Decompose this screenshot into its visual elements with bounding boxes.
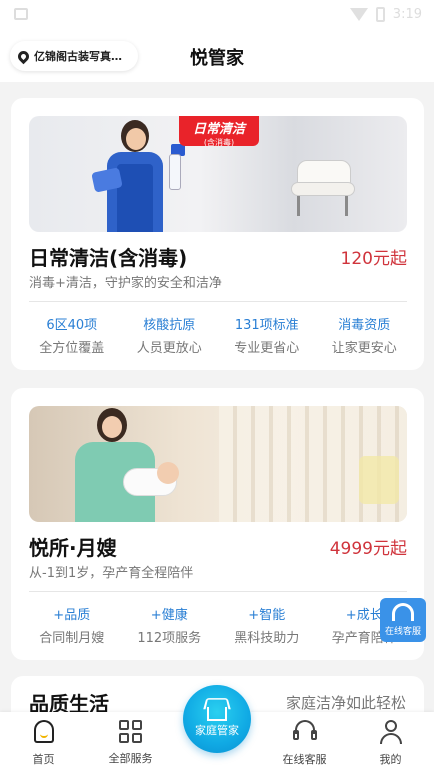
service-subtitle: 从-1到1岁，孕产育全程陪伴 bbox=[29, 566, 194, 581]
service-card-maternity-nanny[interactable]: 悦所·月嫂 4999元起 从-1到1岁，孕产育全程陪伴 +品质 合同制月嫂 +健… bbox=[11, 388, 424, 660]
service-title: 日常清洁(含消毒) bbox=[29, 246, 188, 270]
service-features: +品质 合同制月嫂 +健康 112项服务 +智能 黑科技助力 +成长 孕产育陪伴 bbox=[23, 604, 413, 646]
service-title-row: 悦所·月嫂 4999元起 bbox=[29, 532, 407, 560]
service-title-row: 日常清洁(含消毒) 120元起 bbox=[29, 242, 407, 270]
spray-bottle-icon bbox=[169, 154, 181, 190]
feature-highlight: +智能 bbox=[248, 608, 286, 623]
feature-item: 6区40项 全方位覆盖 bbox=[23, 314, 121, 356]
service-price: 4999元起 bbox=[329, 539, 407, 559]
service-price: 120元起 bbox=[340, 249, 407, 269]
battery-icon bbox=[375, 7, 385, 22]
crib-illustration bbox=[359, 456, 399, 504]
feature-item: +智能 黑科技助力 bbox=[218, 604, 316, 646]
headset-icon bbox=[392, 603, 414, 621]
feature-highlight: 核酸抗原 bbox=[143, 318, 196, 333]
feature-highlight: 6区40项 bbox=[46, 318, 98, 333]
feature-highlight: 131项标准 bbox=[234, 318, 299, 333]
feature-highlight: 消毒资质 bbox=[338, 318, 391, 333]
feature-desc: 人员更放心 bbox=[136, 341, 202, 356]
feature-item: 131项标准 专业更省心 bbox=[218, 314, 316, 356]
banner-tag: 日常清洁 (含消毒) bbox=[179, 116, 259, 147]
divider bbox=[29, 301, 407, 302]
tab-online-service[interactable]: 在线客服 bbox=[261, 720, 348, 767]
center-button-label: 家庭管家 bbox=[195, 724, 239, 737]
floating-online-service-button[interactable]: 在线客服 bbox=[380, 598, 426, 642]
notification-icon bbox=[14, 8, 28, 20]
page-title: 悦管家 bbox=[190, 48, 244, 69]
wifi-icon bbox=[349, 8, 368, 21]
tab-home[interactable]: 首页 bbox=[0, 720, 87, 767]
feature-highlight: +健康 bbox=[150, 608, 188, 623]
section-slogan: 家庭洁净如此轻松 bbox=[285, 694, 406, 712]
status-time: 3:19 bbox=[392, 7, 422, 22]
cleaner-illustration bbox=[91, 120, 169, 232]
banner-tag-subtitle: (含消毒) bbox=[203, 138, 235, 147]
feature-desc: 112项服务 bbox=[137, 631, 202, 646]
headset-icon bbox=[292, 720, 317, 744]
tab-label: 全部服务 bbox=[108, 752, 153, 765]
banner-tag-title: 日常清洁 bbox=[192, 122, 245, 137]
home-smile-icon bbox=[32, 720, 56, 744]
service-features: 6区40项 全方位覆盖 核酸抗原 人员更放心 131项标准 专业更省心 消毒资质… bbox=[23, 314, 413, 356]
feature-desc: 全方位覆盖 bbox=[39, 341, 105, 356]
chair-illustration bbox=[287, 156, 359, 216]
grid-icon bbox=[119, 720, 142, 743]
tab-label: 在线客服 bbox=[282, 753, 327, 766]
tab-label: 首页 bbox=[32, 753, 55, 766]
top-header: 亿锦阁古装写真… 悦管家 bbox=[0, 32, 434, 82]
feature-desc: 让家更安心 bbox=[331, 341, 397, 356]
floating-service-label: 在线客服 bbox=[384, 627, 421, 637]
maternity-nanny-banner[interactable] bbox=[29, 406, 407, 522]
feature-item: 消毒资质 让家更安心 bbox=[316, 314, 414, 356]
feature-desc: 合同制月嫂 bbox=[39, 631, 105, 646]
service-subtitle: 消毒+清洁，守护家的安全和洁净 bbox=[29, 276, 222, 291]
tab-label: 我的 bbox=[379, 753, 402, 766]
nanny-illustration bbox=[69, 408, 179, 522]
tab-all-services[interactable]: 全部服务 bbox=[87, 720, 174, 766]
divider bbox=[29, 591, 407, 592]
tab-mine[interactable]: 我的 bbox=[347, 720, 434, 767]
status-bar: 3:19 bbox=[0, 0, 434, 32]
daily-cleaning-banner[interactable]: 日常清洁 (含消毒) bbox=[29, 116, 407, 232]
user-icon bbox=[379, 720, 403, 744]
feature-item: +健康 112项服务 bbox=[121, 604, 219, 646]
service-card-daily-cleaning[interactable]: 日常清洁 (含消毒) 日常清洁(含消毒) 120元起 消毒+清洁，守护家的安全和… bbox=[11, 98, 424, 370]
feature-item: 核酸抗原 人员更放心 bbox=[121, 314, 219, 356]
service-title: 悦所·月嫂 bbox=[29, 536, 117, 560]
feature-desc: 专业更省心 bbox=[234, 341, 300, 356]
family-butler-center-button[interactable]: 家庭管家 bbox=[183, 685, 251, 753]
feature-desc: 黑科技助力 bbox=[234, 631, 300, 646]
status-icons: 3:19 bbox=[349, 7, 422, 22]
house-icon bbox=[203, 697, 231, 721]
feature-highlight: +品质 bbox=[53, 608, 91, 623]
feature-item: +品质 合同制月嫂 bbox=[23, 604, 121, 646]
